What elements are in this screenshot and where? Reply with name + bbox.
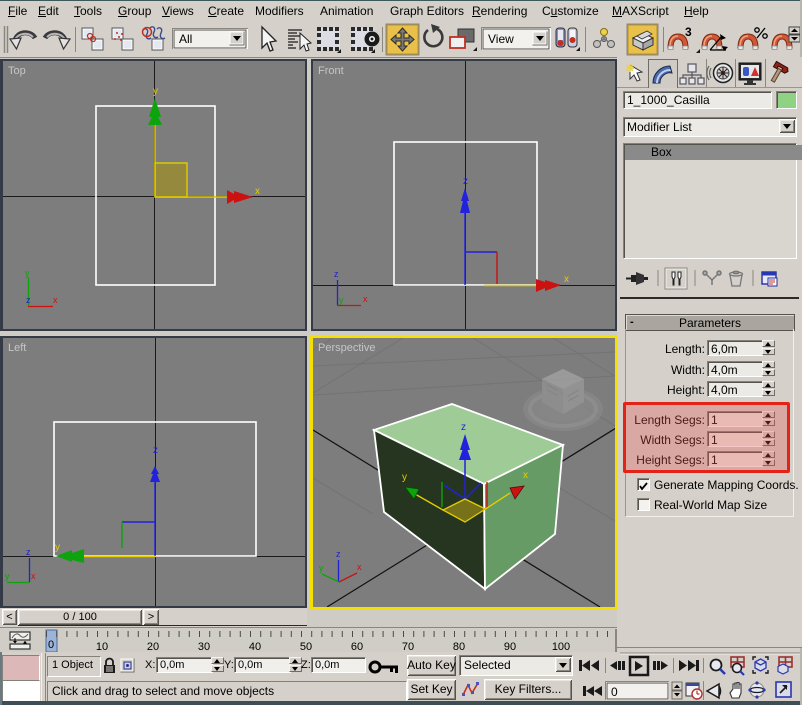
- svg-text:Perspective: Perspective: [318, 342, 375, 354]
- svg-text:z: z: [463, 176, 468, 187]
- svg-text:0: 0: [48, 639, 54, 651]
- svg-text:x: x: [357, 562, 362, 572]
- svg-text:Front: Front: [318, 65, 344, 77]
- svg-text:Top: Top: [8, 65, 26, 77]
- svg-text:z: z: [26, 295, 31, 305]
- svg-text:y: y: [153, 86, 158, 97]
- svg-text:z: z: [336, 549, 341, 559]
- svg-text:z: z: [153, 445, 158, 456]
- svg-text:x: x: [53, 295, 58, 305]
- svg-text:y: y: [319, 563, 324, 573]
- svg-text:0: 0: [611, 685, 618, 699]
- svg-text:z: z: [334, 269, 339, 279]
- svg-text:All: All: [179, 32, 192, 46]
- svg-text:z: z: [26, 547, 31, 557]
- svg-text:x: x: [31, 571, 36, 581]
- svg-text:Left: Left: [8, 342, 26, 354]
- svg-text:x: x: [523, 470, 528, 481]
- svg-text:y: y: [339, 295, 344, 305]
- svg-text:x: x: [564, 274, 569, 285]
- svg-text:x: x: [255, 186, 260, 197]
- svg-text:y: y: [5, 571, 10, 581]
- svg-text:x: x: [363, 294, 368, 304]
- svg-text:z: z: [461, 422, 466, 433]
- svg-text:View: View: [488, 32, 514, 46]
- svg-text:3: 3: [685, 25, 692, 39]
- svg-text:y: y: [25, 268, 30, 278]
- svg-text:y: y: [55, 542, 60, 553]
- svg-text:y: y: [402, 472, 407, 483]
